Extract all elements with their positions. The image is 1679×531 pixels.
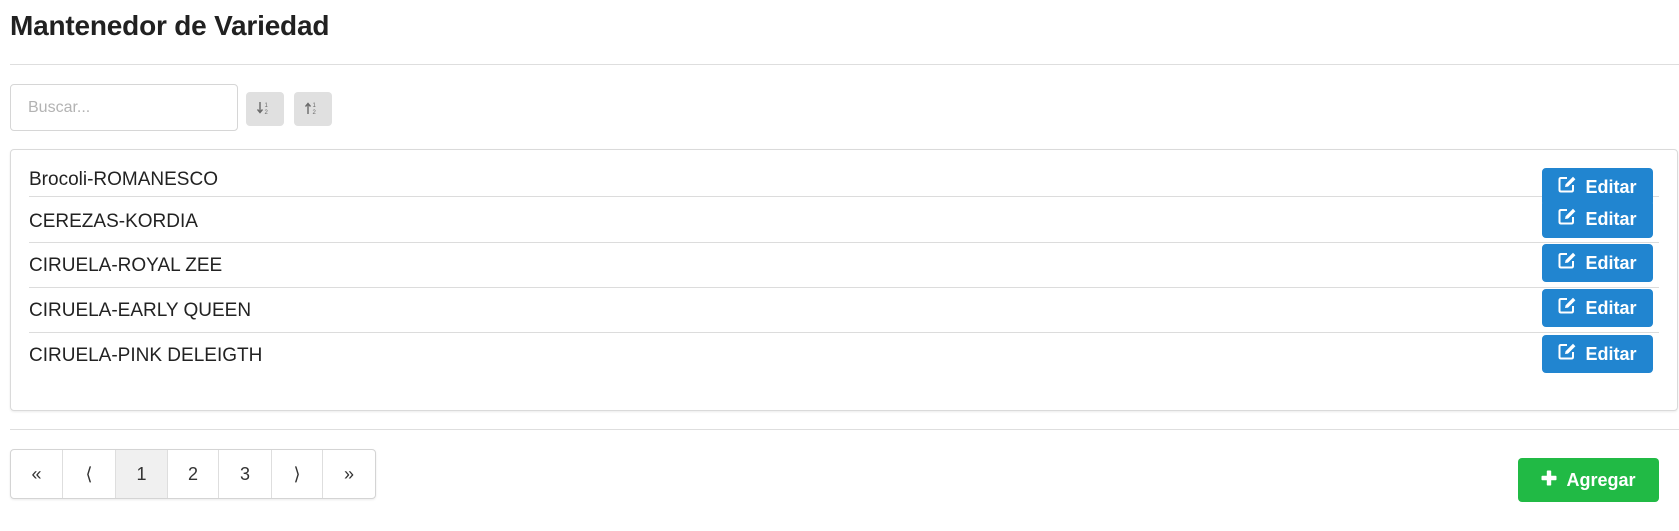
- svg-text:1: 1: [265, 103, 269, 109]
- variety-name: CIRUELA-ROYAL ZEE: [29, 255, 223, 276]
- list-item: CIRUELA-ROYAL ZEE Editar: [29, 241, 1659, 288]
- variety-name: CEREZAS-KORDIA: [29, 211, 198, 232]
- sort-descending-button[interactable]: 1 2: [294, 92, 332, 126]
- variety-name: CIRUELA-EARLY QUEEN: [29, 300, 252, 321]
- list-item: CIRUELA-PINK DELEIGTH Editar: [29, 332, 1659, 378]
- variety-list: Brocoli-ROMANESCO Editar CEREZAS-KORDIA …: [10, 149, 1678, 411]
- page-2-button[interactable]: 2: [168, 450, 219, 498]
- page-prev-button[interactable]: ⟨: [63, 450, 116, 498]
- add-button-label: Agregar: [1566, 469, 1636, 490]
- variety-name: CIRUELA-PINK DELEIGTH: [29, 345, 263, 366]
- sort-alpha-down-icon: 1 2: [256, 101, 273, 118]
- svg-text:2: 2: [265, 110, 269, 115]
- page-3-button[interactable]: 3: [219, 450, 272, 498]
- svg-text:1: 1: [313, 103, 317, 109]
- header-divider: [10, 64, 1679, 65]
- edit-button-label: Editar: [1585, 176, 1637, 197]
- list-item: Brocoli-ROMANESCO Editar: [29, 150, 1659, 206]
- edit-button[interactable]: Editar: [1542, 244, 1653, 282]
- edit-icon: [1558, 297, 1577, 319]
- edit-button-label: Editar: [1585, 297, 1637, 318]
- svg-text:2: 2: [313, 110, 317, 115]
- edit-button-label: Editar: [1585, 208, 1637, 229]
- list-item: CEREZAS-KORDIA Editar: [29, 196, 1659, 243]
- page-1-button[interactable]: 1: [116, 450, 168, 498]
- list-item: CIRUELA-EARLY QUEEN Editar: [29, 286, 1659, 333]
- edit-button-label: Editar: [1585, 343, 1637, 364]
- plus-icon: [1541, 470, 1557, 491]
- edit-icon: [1558, 208, 1577, 230]
- variety-name: Brocoli-ROMANESCO: [29, 169, 218, 190]
- page-next-button[interactable]: ⟩: [272, 450, 323, 498]
- pagination: « ⟨ 1 2 3 ⟩ »: [10, 449, 376, 499]
- edit-icon: [1558, 343, 1577, 365]
- edit-button-label: Editar: [1585, 252, 1637, 273]
- edit-button[interactable]: Editar: [1542, 289, 1653, 327]
- add-button[interactable]: Agregar: [1518, 458, 1659, 502]
- edit-button[interactable]: Editar: [1542, 200, 1653, 238]
- edit-icon: [1558, 252, 1577, 274]
- edit-button[interactable]: Editar: [1542, 335, 1653, 373]
- footer-divider: [10, 429, 1679, 430]
- edit-icon: [1558, 176, 1577, 198]
- sort-alpha-up-icon: 1 2: [304, 101, 321, 118]
- page-last-button[interactable]: »: [323, 450, 375, 498]
- search-input[interactable]: [10, 84, 238, 131]
- page-title: Mantenedor de Variedad: [10, 10, 330, 41]
- page-first-button[interactable]: «: [11, 450, 63, 498]
- sort-ascending-button[interactable]: 1 2: [246, 92, 284, 126]
